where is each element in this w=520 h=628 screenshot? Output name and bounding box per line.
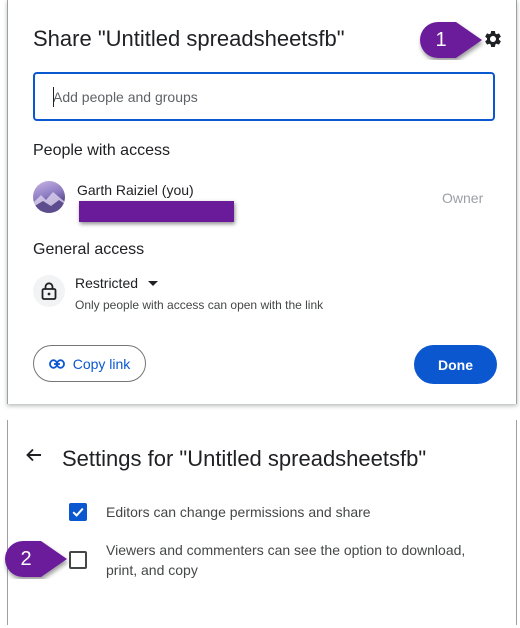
dialog-title: Share "Untitled spreadsheetsfb" — [33, 26, 345, 51]
gear-icon[interactable] — [483, 29, 503, 49]
editors-permission-checkbox[interactable] — [69, 503, 87, 521]
link-icon — [48, 358, 65, 369]
copy-link-label: Copy link — [72, 355, 131, 372]
access-description: Only people with access can open with th… — [75, 298, 324, 312]
access-level-label: Restricted — [75, 275, 139, 291]
back-arrow-icon[interactable] — [24, 445, 44, 465]
access-level-dropdown[interactable]: Restricted — [75, 275, 159, 291]
owner-role: Owner — [442, 190, 484, 206]
checkmark-icon — [72, 507, 84, 517]
settings-panel: Settings for "Untitled spreadsheetsfb" E… — [7, 420, 517, 625]
callout-2: 2 — [3, 539, 71, 579]
lock-icon — [33, 275, 65, 307]
settings-title: Settings for "Untitled spreadsheetsfb" — [62, 446, 427, 471]
redacted-email — [79, 201, 234, 222]
text-caret — [53, 87, 54, 107]
add-people-field[interactable] — [33, 72, 495, 121]
callout-1: 1 — [418, 20, 486, 60]
share-dialog: Share "Untitled spreadsheetsfb" People w… — [7, 0, 517, 404]
general-access-heading: General access — [33, 241, 145, 258]
viewers-download-label: Viewers and commenters can see the optio… — [106, 542, 466, 578]
user-name: Garth Raiziel (you) — [77, 182, 194, 198]
copy-link-button[interactable]: Copy link — [33, 345, 146, 382]
callout-1-number: 1 — [435, 28, 447, 51]
avatar — [33, 181, 65, 213]
dropdown-arrow-icon — [148, 280, 159, 286]
callout-2-number: 2 — [20, 547, 32, 570]
people-with-access-heading: People with access — [33, 142, 170, 159]
viewers-download-checkbox[interactable] — [69, 551, 87, 569]
add-people-input[interactable] — [51, 87, 493, 106]
editors-permission-label: Editors can change permissions and share — [106, 504, 371, 520]
done-button[interactable]: Done — [414, 345, 497, 384]
